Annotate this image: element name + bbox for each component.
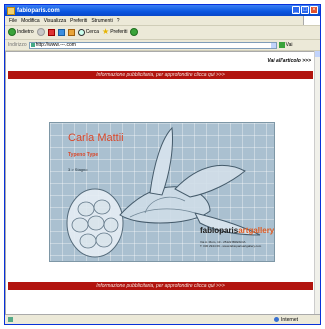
refresh-icon — [57, 28, 65, 36]
gallery-logo: fabioparisartgallery — [200, 226, 274, 235]
page-icon — [30, 43, 35, 47]
browser-window: fabioparis.com _ □ × File Modifica Visua… — [4, 4, 321, 325]
title-bar: fabioparis.com _ □ × — [5, 5, 320, 16]
page-content: Vai all'articolo >>> Informazione pubbli… — [5, 51, 316, 315]
scroll-up-icon[interactable] — [315, 51, 320, 57]
menu-file[interactable]: File — [9, 18, 17, 24]
address-url: http://www.---.com — [35, 42, 76, 48]
toolbar: Indietro Cerca ★ Preferiti — [5, 25, 320, 40]
back-label: Indietro — [17, 29, 34, 35]
back-button[interactable]: Indietro — [8, 28, 34, 36]
minimize-button[interactable]: _ — [292, 6, 300, 14]
maximize-button[interactable]: □ — [301, 6, 309, 14]
menu-view[interactable]: Visualizza — [44, 18, 66, 24]
artist-name: Carla Mattii — [68, 132, 124, 144]
history-button[interactable] — [130, 28, 139, 36]
done-icon — [8, 317, 13, 322]
gallery-name-accent: artgallery — [238, 226, 275, 235]
home-icon — [67, 28, 75, 36]
ad-banner-top[interactable]: Informazione pubblicitaria, per approfon… — [8, 71, 313, 79]
favorites-button[interactable]: ★ Preferiti — [102, 28, 127, 36]
windows-logo-icon — [303, 16, 320, 25]
stop-button[interactable] — [47, 28, 55, 36]
address-bar: Indirizzo http://www.---.com Vai — [5, 40, 320, 51]
search-icon — [77, 28, 85, 36]
search-button[interactable]: Cerca — [77, 28, 100, 36]
ad-banner-bottom[interactable]: Informazione pubblicitaria, per approfon… — [8, 282, 313, 290]
address-input[interactable]: http://www.---.com — [28, 41, 277, 49]
close-button[interactable]: × — [310, 6, 318, 14]
go-button[interactable]: Vai — [286, 42, 293, 48]
forward-button[interactable] — [36, 28, 45, 36]
history-icon — [130, 28, 139, 36]
advert-card[interactable]: Carla Mattii Typeno Type 3 > Stagno fabi… — [49, 122, 275, 262]
go-arrow-icon[interactable] — [278, 42, 285, 48]
status-bar: Internet — [5, 314, 320, 324]
gallery-info: Via A. Moro, 13 - 25122 BRESCIA T. 030 2… — [200, 240, 261, 248]
vertical-scrollbar[interactable] — [314, 51, 320, 315]
star-icon: ★ — [102, 27, 110, 36]
address-label: Indirizzo — [8, 42, 27, 48]
window-title: fabioparis.com — [17, 7, 60, 14]
menu-help[interactable]: ? — [117, 18, 120, 24]
search-label: Cerca — [85, 29, 100, 35]
home-button[interactable] — [67, 28, 75, 36]
internet-zone-icon — [274, 317, 280, 322]
menu-tools[interactable]: Strumenti — [91, 18, 112, 24]
favorites-label: Preferiti — [110, 29, 128, 35]
menu-edit[interactable]: Modifica — [21, 18, 40, 24]
card-subline: 3 > Stagno — [68, 167, 88, 172]
ie-icon — [7, 6, 15, 15]
gallery-name: fabioparis — [200, 226, 239, 235]
back-arrow-icon — [8, 28, 16, 36]
security-zone: Internet — [281, 316, 298, 323]
refresh-button[interactable] — [57, 28, 65, 36]
address-dropdown-icon[interactable] — [270, 42, 276, 48]
stop-icon — [47, 28, 55, 36]
article-link[interactable]: Vai all'articolo >>> — [267, 58, 311, 64]
artwork-type: Typeno Type — [68, 152, 99, 158]
forward-arrow-icon — [36, 28, 45, 36]
gallery-contact: T. 030 2944 09 - www.fabioparisartgaller… — [200, 244, 262, 248]
menu-favorites[interactable]: Preferiti — [70, 18, 87, 24]
